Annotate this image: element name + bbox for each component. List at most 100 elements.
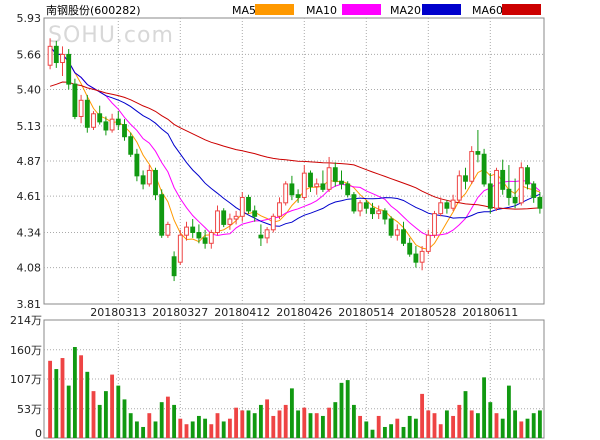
volume-bar <box>469 410 474 438</box>
candle-body <box>246 196 251 212</box>
candle-body <box>388 218 394 236</box>
candle <box>407 237 413 257</box>
volume-bar <box>320 415 325 438</box>
legend-ma10-label: MA10 <box>306 4 337 17</box>
candle <box>153 167 158 201</box>
candle <box>308 170 313 193</box>
volume-bar <box>519 421 524 438</box>
volume-bar <box>488 402 493 438</box>
candle <box>413 245 419 268</box>
candle-body <box>122 124 127 138</box>
candle-body <box>159 194 165 236</box>
volume-bar <box>48 360 53 438</box>
candle-body <box>401 229 406 244</box>
candle-body <box>419 250 425 263</box>
price-panel: 5.93 5.66 5.40 5.13 4.87 4.61 4.34 4.08 3.81 201… <box>17 12 545 319</box>
candle <box>208 229 214 249</box>
volume-bar <box>159 402 164 438</box>
price-y-tick-label: 4.87 <box>17 155 42 168</box>
volume-bar <box>475 413 480 438</box>
volume-bar <box>333 402 338 438</box>
candle-body <box>525 167 530 185</box>
candle-body <box>469 151 475 182</box>
candle-body <box>171 256 177 277</box>
price-y-tick-label: 5.66 <box>17 48 42 61</box>
ma60-line <box>49 81 540 210</box>
price-y-ticks: 5.93 5.66 5.40 5.13 4.87 4.61 4.34 4.08 3.81 <box>17 12 42 311</box>
candle-body <box>456 175 462 201</box>
candle <box>72 78 78 120</box>
volume-bar <box>178 418 183 438</box>
candle <box>66 49 72 90</box>
candle <box>146 165 152 187</box>
candle-body <box>277 202 282 217</box>
candle-body <box>233 215 239 220</box>
price-x-tick-label: 20180426 <box>276 306 332 319</box>
candle-body <box>115 118 121 126</box>
candle-body <box>53 45 59 64</box>
candle-body <box>537 196 543 209</box>
candle <box>134 148 140 182</box>
candle <box>357 200 363 217</box>
candle-body <box>314 183 320 188</box>
volume-bar <box>153 421 158 438</box>
candle <box>60 46 65 77</box>
candle-body <box>500 169 506 190</box>
legend-ma20-swatch <box>422 4 461 15</box>
candle <box>401 221 406 246</box>
volume-bar <box>103 391 108 438</box>
volume-bar <box>426 410 431 438</box>
price-y-tick-label: 3.81 <box>17 298 42 311</box>
candle-body <box>153 169 158 196</box>
volume-bar <box>196 415 201 438</box>
candle <box>339 170 344 190</box>
volume-y-tick-label: 0 <box>35 427 42 440</box>
candle <box>475 129 481 163</box>
candle-body <box>215 210 220 234</box>
volume-bar <box>72 347 77 438</box>
candle <box>84 94 90 133</box>
candle <box>91 111 96 130</box>
legend: MA5 MA10 MA20 MA60 <box>232 4 541 17</box>
price-y-tick-label: 5.13 <box>17 120 42 133</box>
candle-body <box>320 183 326 190</box>
volume-bar <box>252 413 257 438</box>
candle-body <box>444 202 450 209</box>
candle-body <box>425 234 431 252</box>
volume-bar <box>172 404 177 438</box>
candle <box>258 224 264 246</box>
candle-body <box>283 183 289 204</box>
candle <box>456 170 462 203</box>
volume-bar <box>401 426 406 438</box>
volume-bar <box>463 391 468 438</box>
candle <box>432 210 437 238</box>
candle-body <box>91 113 96 128</box>
candle <box>487 173 493 214</box>
candle-body <box>109 118 115 131</box>
candle <box>394 224 400 241</box>
volume-bar <box>141 426 146 438</box>
volume-bar <box>110 374 115 438</box>
candle <box>332 162 338 187</box>
volume-bar <box>165 396 170 438</box>
volume-bar <box>500 418 505 438</box>
candle <box>388 216 394 238</box>
volume-bar <box>85 371 90 438</box>
candle <box>78 94 84 124</box>
volume-bar <box>537 410 542 438</box>
candle-body <box>494 169 499 209</box>
candle-body <box>506 188 512 198</box>
volume-y-tick-label: 107万 <box>10 373 42 386</box>
candle <box>481 148 487 187</box>
price-x-tick-label: 20180327 <box>152 306 208 319</box>
volume-bar <box>513 410 518 438</box>
price-y-tick-label: 4.34 <box>17 227 42 240</box>
candle-body <box>332 167 338 182</box>
candle <box>326 156 332 193</box>
candle <box>283 181 289 206</box>
candle <box>320 170 326 193</box>
volume-bar <box>277 410 282 438</box>
legend-ma5-label: MA5 <box>232 4 256 17</box>
candle-body <box>512 196 518 204</box>
volume-bar <box>209 424 214 438</box>
